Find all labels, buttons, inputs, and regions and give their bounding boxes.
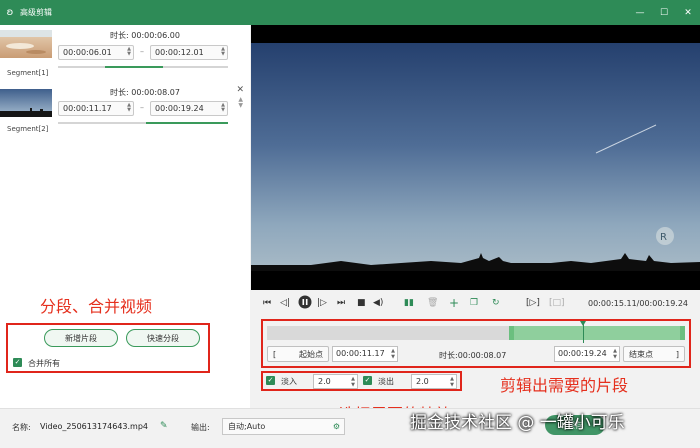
add-segment-button[interactable]: 新增片段 <box>44 329 118 347</box>
output-select[interactable]: 自动;Auto ⚙ <box>222 418 345 435</box>
trim-end-value: 00:00:19.24 <box>558 349 607 358</box>
range-separator: – <box>140 103 144 112</box>
video-frame: R <box>251 25 700 290</box>
duration-value: 00:00:06.00 <box>131 31 180 40</box>
quick-split-button[interactable]: 快速分段 <box>126 329 200 347</box>
video-preview[interactable]: R <box>251 25 700 290</box>
fade-in-input[interactable]: 2.0 ▲ ▼ <box>313 374 358 389</box>
skip-forward-icon[interactable]: ⏭ <box>337 297 345 309</box>
delete-segment-icon[interactable]: ✕ <box>236 85 244 95</box>
segment-duration: 时长: 00:00:08.07 <box>60 87 230 98</box>
duration-value: 00:00:08.07 <box>457 351 507 360</box>
segment-label: Segment[1] <box>7 69 49 77</box>
trim-end-input[interactable]: 00:00:19.24 ▲ ▼ <box>554 346 620 362</box>
duration-label: 时长: <box>110 31 129 40</box>
spinner-icon[interactable]: ▲ ▼ <box>221 47 225 57</box>
segment-thumbnail <box>0 30 52 58</box>
player-controls: ⏮ ◁| |▷ ⏭ ■ ◀) ▮▮ 🗑 + ❐ ↻ [▷] [□] 00:00:… <box>251 290 700 408</box>
start-value: 00:00:11.17 <box>63 104 112 113</box>
volume-icon[interactable]: ◀) <box>373 297 383 309</box>
segment-item[interactable]: Segment[2] 时长: 00:00:08.07 00:00:11.17 ▲… <box>0 83 250 138</box>
end-button-label: 结束点 <box>629 349 653 359</box>
segment-panel: Segment[1] 时长: 00:00:06.00 00:00:06.01 ▲… <box>0 25 250 408</box>
segment-end-input[interactable]: 00:00:19.24 ▲ ▼ <box>150 101 228 116</box>
pause-icon[interactable] <box>298 295 312 309</box>
set-end-button[interactable]: 结束点] <box>623 346 685 362</box>
duration-value: 00:00:08.07 <box>131 88 180 97</box>
fade-in-label: 淡入 <box>281 377 297 386</box>
settings-gear-icon[interactable]: ⚙ <box>333 419 340 434</box>
output-value: 自动;Auto <box>228 422 266 431</box>
step-back-icon[interactable]: ◁| <box>280 297 290 309</box>
fade-out-input[interactable]: 2.0 ▲ ▼ <box>411 374 457 389</box>
spinner-icon[interactable]: ▲ ▼ <box>221 103 225 113</box>
reorder-arrows-icon[interactable]: ▲ ▼ <box>238 97 243 109</box>
end-value: 00:00:12.01 <box>155 48 204 57</box>
app-logo-icon: ʚ <box>6 7 14 18</box>
segment-label: Segment[2] <box>7 125 49 133</box>
spinner-icon[interactable]: ▲ ▼ <box>391 348 395 360</box>
fade-out-checkbox[interactable]: ✓ <box>363 376 372 385</box>
edit-name-icon[interactable]: ✎ <box>160 421 168 431</box>
window-controls: — ☐ ✕ <box>634 0 694 25</box>
annotation-trim: 剪辑出需要的片段 <box>500 376 629 395</box>
end-value: 00:00:19.24 <box>155 104 204 113</box>
mark-in-icon[interactable]: [▷] <box>526 297 540 309</box>
svg-text:R: R <box>660 232 667 243</box>
watermark-text: 掘金技术社区 @ 一罐小可乐 <box>410 413 625 433</box>
annotation-split-merge: 分段、合并视频 <box>40 297 153 316</box>
start-button-label: 起始点 <box>299 349 323 359</box>
maximize-button[interactable]: ☐ <box>658 7 670 19</box>
timeline-track[interactable] <box>267 321 685 343</box>
name-label: 名称: <box>12 423 31 432</box>
segment-end-input[interactable]: 00:00:12.01 ▲ ▼ <box>150 45 228 60</box>
segment-range-fill <box>105 66 163 68</box>
skip-back-icon[interactable]: ⏮ <box>263 297 271 309</box>
fade-in-value: 2.0 <box>318 377 331 386</box>
spinner-icon[interactable]: ▲ ▼ <box>351 376 355 388</box>
mark-out-icon[interactable]: [□] <box>549 297 565 309</box>
spinner-icon[interactable]: ▲ ▼ <box>127 103 131 113</box>
minimize-button[interactable]: — <box>634 7 646 19</box>
segment-start-input[interactable]: 00:00:06.01 ▲ ▼ <box>58 45 134 60</box>
start-value: 00:00:06.01 <box>63 48 112 57</box>
timeline-selection[interactable] <box>509 326 685 340</box>
window-title: 高级剪辑 <box>20 8 52 17</box>
add-icon[interactable]: + <box>449 297 459 309</box>
segment-duration: 时长: 00:00:06.00 <box>60 30 230 41</box>
trim-start-value: 00:00:11.17 <box>336 349 385 358</box>
merge-all-label: 合并所有 <box>28 359 60 368</box>
fade-out-value: 2.0 <box>416 377 429 386</box>
split-icon[interactable]: ▮▮ <box>404 297 414 309</box>
close-button[interactable]: ✕ <box>682 7 694 19</box>
trim-duration: 时长:00:00:08.07 <box>439 350 506 361</box>
fade-in-checkbox[interactable]: ✓ <box>266 376 275 385</box>
set-start-button[interactable]: [起始点 <box>267 346 329 362</box>
fade-out-label: 淡出 <box>378 377 394 386</box>
duration-label: 时长: <box>439 351 458 360</box>
duration-label: 时长: <box>110 88 129 97</box>
stop-icon[interactable]: ■ <box>357 297 366 309</box>
rotate-icon[interactable]: ↻ <box>492 297 500 309</box>
segment-start-input[interactable]: 00:00:11.17 ▲ ▼ <box>58 101 134 116</box>
delete-icon[interactable]: 🗑 <box>427 297 438 309</box>
range-separator: – <box>140 47 144 56</box>
segment-item[interactable]: Segment[1] 时长: 00:00:06.00 00:00:06.01 ▲… <box>0 25 250 80</box>
spinner-icon[interactable]: ▲ ▼ <box>613 348 617 360</box>
copy-icon[interactable]: ❐ <box>470 297 478 309</box>
step-forward-icon[interactable]: |▷ <box>317 297 327 309</box>
title-bar: ʚ 高级剪辑 — ☐ ✕ <box>0 0 700 25</box>
segment-thumbnail <box>0 89 52 117</box>
file-name: Video_250613174643.mp4 <box>40 422 148 431</box>
spinner-icon[interactable]: ▲ ▼ <box>450 376 454 388</box>
trim-row: [起始点 00:00:11.17 ▲ ▼ 时长:00:00:08.07 00:00… <box>267 346 685 364</box>
timeline-playhead[interactable] <box>579 321 586 343</box>
output-label: 输出: <box>191 423 210 432</box>
playback-timecode: 00:00:15.11/00:00:19.24 <box>588 299 688 308</box>
merge-all-checkbox[interactable]: ✓ <box>13 358 22 367</box>
spinner-icon[interactable]: ▲ ▼ <box>127 47 131 57</box>
segment-range-fill <box>146 122 228 124</box>
trim-start-input[interactable]: 00:00:11.17 ▲ ▼ <box>332 346 398 362</box>
